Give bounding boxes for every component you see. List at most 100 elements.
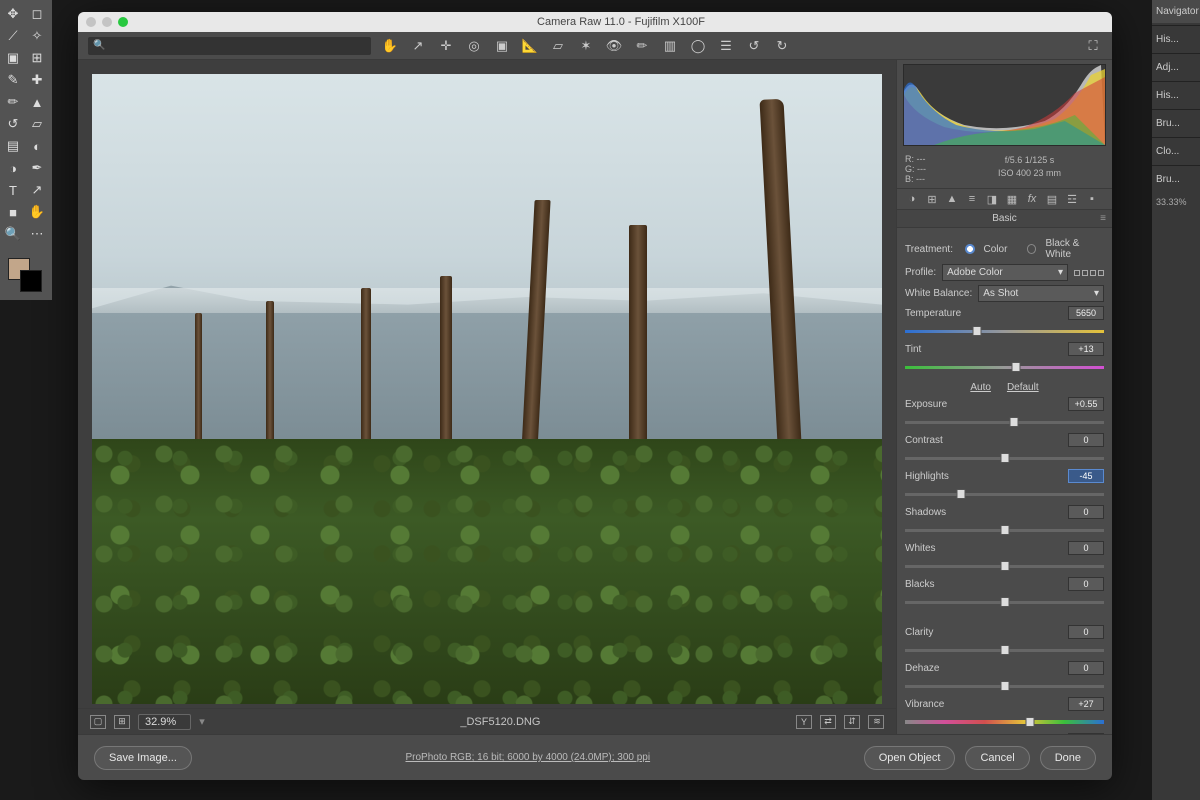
stamp-tool-icon[interactable]: ▲: [26, 92, 48, 112]
prefs-icon[interactable]: ☰: [717, 37, 735, 55]
redeye-tool-icon[interactable]: 👁: [605, 37, 623, 55]
done-button[interactable]: Done: [1040, 746, 1096, 770]
temperature-slider[interactable]: [905, 324, 1104, 338]
filmstrip-view-icon[interactable]: ⊞: [114, 715, 130, 729]
eraser-tool-icon[interactable]: ▱: [26, 114, 48, 134]
workflow-options-link[interactable]: ProPhoto RGB; 16 bit; 6000 by 4000 (24.0…: [405, 752, 650, 763]
highlights-slider[interactable]: [905, 487, 1104, 501]
contrast-value[interactable]: 0: [1068, 433, 1104, 447]
tint-value[interactable]: +13: [1068, 342, 1104, 356]
before-after-icon[interactable]: Y: [796, 715, 812, 729]
panel-tab[interactable]: Adj...: [1152, 56, 1200, 79]
vibrance-value[interactable]: +27: [1068, 697, 1104, 711]
crop-tool-icon[interactable]: ▣: [2, 48, 24, 68]
clarity-slider[interactable]: [905, 643, 1104, 657]
panel-tab[interactable]: Bru...: [1152, 112, 1200, 135]
default-link[interactable]: Default: [1007, 382, 1039, 393]
transform-tool-icon[interactable]: ▱: [549, 37, 567, 55]
blur-tool-icon[interactable]: ◐: [26, 136, 48, 156]
panel-tab[interactable]: His...: [1152, 84, 1200, 107]
frame-tool-icon[interactable]: ⊞: [26, 48, 48, 68]
tab-calib-icon[interactable]: ▤: [1045, 192, 1059, 206]
auto-link[interactable]: Auto: [970, 382, 991, 393]
treatment-bw-radio[interactable]: [1027, 244, 1037, 254]
background-swatch[interactable]: [20, 270, 42, 292]
wb-tool-icon[interactable]: ↗: [409, 37, 427, 55]
pen-tool-icon[interactable]: ✒: [26, 158, 48, 178]
panel-tab[interactable]: Clo...: [1152, 140, 1200, 163]
tab-lens-icon[interactable]: ▦: [1005, 192, 1019, 206]
profile-select[interactable]: Adobe Color▾: [942, 264, 1068, 281]
exposure-slider[interactable]: [905, 415, 1104, 429]
marquee-tool-icon[interactable]: ◻: [26, 4, 48, 24]
swap-icon[interactable]: ⇄: [820, 715, 836, 729]
exposure-value[interactable]: +0.55: [1068, 397, 1104, 411]
rotate-cw-icon[interactable]: ↻: [773, 37, 791, 55]
whites-slider[interactable]: [905, 559, 1104, 573]
path-tool-icon[interactable]: ↗: [26, 180, 48, 200]
color-swatches[interactable]: [2, 256, 46, 296]
dehaze-slider[interactable]: [905, 679, 1104, 693]
blacks-value[interactable]: 0: [1068, 577, 1104, 591]
adjust-brush-icon[interactable]: ✏: [633, 37, 651, 55]
history-brush-icon[interactable]: ↺: [2, 114, 24, 134]
panel-tab[interactable]: Navigator: [1152, 0, 1200, 23]
tab-fx-icon[interactable]: fx: [1025, 192, 1039, 206]
dehaze-value[interactable]: 0: [1068, 661, 1104, 675]
more-tool-icon[interactable]: ⋯: [26, 224, 48, 244]
crop-tool-icon[interactable]: ▣: [493, 37, 511, 55]
tab-presets-icon[interactable]: ☲: [1065, 192, 1079, 206]
hand-tool-icon[interactable]: ✋: [381, 37, 399, 55]
radial-filter-icon[interactable]: ◯: [689, 37, 707, 55]
cycle-icon[interactable]: ≋: [868, 715, 884, 729]
highlights-value[interactable]: -45: [1068, 469, 1104, 483]
tab-curve-icon[interactable]: ⊞: [925, 192, 939, 206]
type-tool-icon[interactable]: T: [2, 180, 24, 200]
panel-tab[interactable]: His...: [1152, 28, 1200, 51]
profile-browser-icon[interactable]: [1074, 270, 1104, 276]
shadows-value[interactable]: 0: [1068, 505, 1104, 519]
grad-filter-icon[interactable]: ▥: [661, 37, 679, 55]
panel-tab[interactable]: Bru...: [1152, 168, 1200, 191]
tint-slider[interactable]: [905, 360, 1104, 374]
clarity-value[interactable]: 0: [1068, 625, 1104, 639]
gradient-tool-icon[interactable]: ▤: [2, 136, 24, 156]
move-tool-icon[interactable]: ✥: [2, 4, 24, 24]
tab-detail-icon[interactable]: ▲: [945, 192, 959, 206]
dodge-tool-icon[interactable]: ◑: [2, 158, 24, 178]
fullscreen-icon[interactable]: ⛶: [1084, 37, 1102, 55]
wand-tool-icon[interactable]: ✧: [26, 26, 48, 46]
zoom-level-select[interactable]: 32.9%: [138, 714, 191, 730]
treatment-color-radio[interactable]: [965, 244, 975, 254]
single-view-icon[interactable]: ▢: [90, 715, 106, 729]
spot-remove-icon[interactable]: ✶: [577, 37, 595, 55]
eyedropper-tool-icon[interactable]: ✎: [2, 70, 24, 90]
heal-tool-icon[interactable]: ✚: [26, 70, 48, 90]
temperature-value[interactable]: 5650: [1068, 306, 1104, 320]
zoom-tool-icon[interactable]: 🔍: [2, 224, 24, 244]
window-titlebar[interactable]: Camera Raw 11.0 - Fujifilm X100F: [78, 12, 1112, 32]
vibrance-slider[interactable]: [905, 715, 1104, 729]
color-sampler-icon[interactable]: ✛: [437, 37, 455, 55]
straighten-tool-icon[interactable]: 📐: [521, 37, 539, 55]
target-adjust-icon[interactable]: ◎: [465, 37, 483, 55]
save-image-button[interactable]: Save Image...: [94, 746, 192, 770]
tab-basic-icon[interactable]: ◑: [905, 192, 919, 206]
zoom-tool-icon[interactable]: 🔍: [88, 37, 371, 55]
minimize-traffic-icon[interactable]: [102, 17, 112, 27]
brush-tool-icon[interactable]: ✏: [2, 92, 24, 112]
shape-tool-icon[interactable]: ■: [2, 202, 24, 222]
cancel-button[interactable]: Cancel: [965, 746, 1029, 770]
zoom-traffic-icon[interactable]: [118, 17, 128, 27]
whites-value[interactable]: 0: [1068, 541, 1104, 555]
tab-hsl-icon[interactable]: ≡: [965, 192, 979, 206]
tab-split-icon[interactable]: ◨: [985, 192, 999, 206]
open-object-button[interactable]: Open Object: [864, 746, 956, 770]
copy-icon[interactable]: ⇵: [844, 715, 860, 729]
close-traffic-icon[interactable]: [86, 17, 96, 27]
image-preview[interactable]: [92, 74, 882, 704]
contrast-slider[interactable]: [905, 451, 1104, 465]
rotate-ccw-icon[interactable]: ↺: [745, 37, 763, 55]
wb-select[interactable]: As Shot▾: [978, 285, 1104, 302]
blacks-slider[interactable]: [905, 595, 1104, 609]
